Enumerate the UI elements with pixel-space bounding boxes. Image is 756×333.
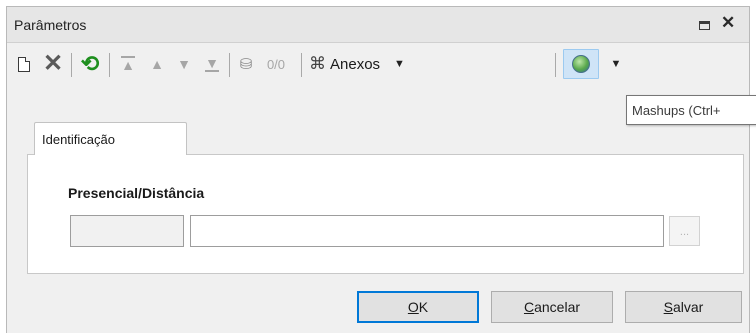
- save-button[interactable]: Salvar: [625, 291, 742, 323]
- globe-icon: [572, 55, 590, 73]
- toolbar-separator: [555, 53, 556, 77]
- first-record-icon: ▲: [121, 57, 135, 73]
- refresh-button[interactable]: ⟲: [77, 52, 103, 76]
- toolbar-separator: [301, 53, 302, 77]
- mashups-button[interactable]: [563, 49, 599, 79]
- delete-button[interactable]: ✕: [40, 52, 66, 76]
- toolbar-separator: [229, 53, 230, 77]
- attachments-button[interactable]: ⌘ Anexos ▼: [309, 52, 422, 76]
- previous-record-button[interactable]: ▲: [146, 52, 168, 76]
- mashups-tooltip: Mashups (Ctrl+: [626, 95, 756, 125]
- first-record-button[interactable]: ▲: [116, 52, 140, 76]
- attachments-label: Anexos: [330, 55, 381, 73]
- lookup-button[interactable]: ...: [669, 216, 700, 246]
- new-document-icon: [18, 56, 30, 72]
- toolbar: ✕ ⟲ ▲ ▲ ▼ ▼ ⛁ 0/0 ⌘ Anexos ▼ ▼: [7, 44, 749, 84]
- chevron-down-icon: ▼: [610, 58, 622, 70]
- parameters-window: Parâmetros ✕ ✕ ⟲ ▲ ▲ ▼ ▼ ⛁ 0/0 ⌘ Anexos …: [6, 6, 756, 333]
- next-record-button[interactable]: ▼: [173, 52, 195, 76]
- record-counter: 0/0: [266, 56, 286, 72]
- last-record-icon: ▼: [205, 55, 219, 71]
- delete-x-icon: ✕: [42, 50, 64, 77]
- chevron-down-icon: ▼: [394, 58, 405, 70]
- field-label: Presencial/Distância: [68, 185, 205, 201]
- restore-icon[interactable]: [699, 21, 710, 30]
- binoculars-icon: ⛁: [239, 56, 253, 73]
- identification-panel: Presencial/Distância ...: [27, 154, 744, 274]
- refresh-icon: ⟲: [80, 51, 100, 76]
- title-bar: Parâmetros ✕: [7, 7, 749, 43]
- description-field[interactable]: [190, 215, 664, 247]
- window-title: Parâmetros: [14, 17, 87, 33]
- code-field[interactable]: [70, 215, 184, 247]
- close-icon[interactable]: ✕: [721, 13, 735, 33]
- mashups-dropdown-button[interactable]: ▼: [607, 52, 625, 76]
- tab-identificacao[interactable]: Identificação: [34, 122, 187, 155]
- cancel-button[interactable]: Cancelar: [491, 291, 613, 323]
- new-button[interactable]: [12, 52, 36, 76]
- previous-record-icon: ▲: [150, 56, 164, 72]
- paperclip-icon: ⌘: [309, 54, 326, 73]
- tab-label: Identificação: [42, 132, 115, 147]
- next-record-icon: ▼: [177, 56, 191, 72]
- toolbar-separator: [109, 53, 110, 77]
- last-record-button[interactable]: ▼: [200, 52, 224, 76]
- search-button[interactable]: ⛁: [235, 52, 257, 76]
- toolbar-separator: [71, 53, 72, 77]
- ok-button[interactable]: OK: [357, 291, 479, 323]
